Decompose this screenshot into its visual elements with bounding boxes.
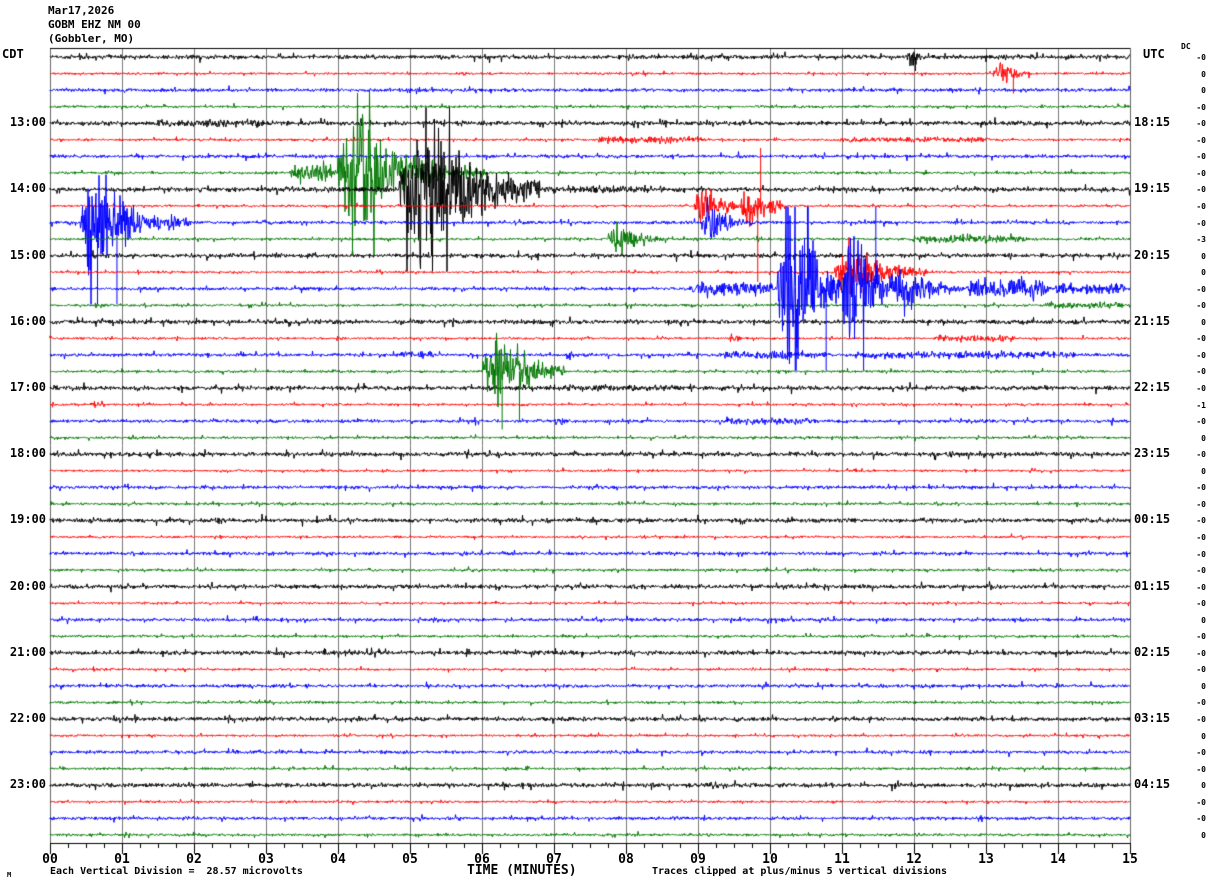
minute-tick-label: 05 bbox=[402, 852, 418, 867]
dc-offset-value: 0 bbox=[1201, 781, 1206, 791]
left-timezone-label: CDT bbox=[2, 47, 24, 61]
minute-tick-label: 14 bbox=[1050, 852, 1066, 867]
dc-offset-value: -0 bbox=[1196, 53, 1206, 62]
dc-offset-value: 0 bbox=[1201, 251, 1206, 261]
title-station: GOBM EHZ NM 00 bbox=[48, 18, 141, 31]
left-time-label: 17:00 bbox=[9, 380, 46, 394]
right-time-label: 23:15 bbox=[1134, 446, 1171, 461]
minute-tick-label: 08 bbox=[618, 852, 634, 867]
dc-offset-value: 0 bbox=[1201, 268, 1206, 278]
minute-tick-label: 12 bbox=[906, 852, 922, 867]
left-time-label: 23:00 bbox=[9, 777, 46, 792]
dc-offset-value: -0 bbox=[1196, 764, 1206, 774]
dc-offset-value: -1 bbox=[1196, 400, 1206, 410]
dc-offset-value: 0 bbox=[1201, 830, 1206, 840]
dc-offset-value: -0 bbox=[1196, 549, 1206, 559]
dc-offset-value: -0 bbox=[1196, 218, 1206, 228]
magnification-mark: M bbox=[7, 871, 12, 879]
dc-offset-value: -0 bbox=[1196, 499, 1206, 509]
dc-offset-value: -0 bbox=[1196, 698, 1206, 708]
dc-offset-value: -0 bbox=[1196, 152, 1206, 162]
right-time-label: 20:15 bbox=[1134, 247, 1171, 262]
dc-offset-value: 0 bbox=[1201, 69, 1206, 79]
dc-offset-value: 0 bbox=[1201, 615, 1206, 625]
dc-offset-value: -0 bbox=[1196, 417, 1206, 427]
right-time-label: 02:15 bbox=[1134, 644, 1171, 659]
dc-offset-value: -0 bbox=[1196, 450, 1206, 460]
dc-offset-value: -0 bbox=[1196, 102, 1206, 112]
right-time-label: 22:15 bbox=[1134, 380, 1171, 394]
dc-offset-value: -0 bbox=[1196, 350, 1206, 360]
minute-tick-label: 03 bbox=[258, 852, 274, 867]
minute-tick-label: 01 bbox=[114, 852, 130, 867]
minute-tick-label: 00 bbox=[42, 852, 58, 867]
left-time-label: 19:00 bbox=[9, 512, 46, 527]
title-date: Mar17,2026 bbox=[48, 4, 115, 17]
dc-column-header: DC bbox=[1181, 42, 1191, 51]
dc-offset-value: -0 bbox=[1196, 384, 1206, 393]
scale-annotation: Each Vertical Division = 28.57 microvolt… bbox=[50, 866, 303, 877]
dc-offset-value: -0 bbox=[1196, 797, 1206, 807]
dc-offset-value: -0 bbox=[1196, 119, 1206, 129]
minute-tick-label: 10 bbox=[762, 852, 778, 867]
left-time-label: 20:00 bbox=[9, 578, 46, 593]
right-time-label: 18:15 bbox=[1134, 115, 1171, 130]
dc-offset-value: 0 bbox=[1201, 317, 1206, 327]
dc-offset-value: -0 bbox=[1196, 201, 1206, 211]
right-time-label: 00:15 bbox=[1134, 512, 1171, 527]
clip-annotation: Traces clipped at plus/minus 5 vertical … bbox=[652, 866, 948, 877]
right-time-label: 21:15 bbox=[1134, 313, 1171, 328]
dc-offset-value: 0 bbox=[1201, 433, 1206, 443]
dc-offset-value: 0 bbox=[1201, 731, 1206, 741]
helicorder-canvas bbox=[0, 0, 1210, 886]
dc-offset-value: -0 bbox=[1196, 665, 1206, 675]
right-time-label: 01:15 bbox=[1134, 578, 1171, 593]
dc-offset-value: -0 bbox=[1196, 582, 1206, 592]
dc-offset-value: 0 bbox=[1201, 466, 1206, 476]
dc-offset-value: -0 bbox=[1196, 284, 1206, 294]
dc-offset-value: -0 bbox=[1196, 483, 1206, 493]
dc-offset-value: -0 bbox=[1196, 301, 1206, 311]
minute-tick-label: 11 bbox=[834, 852, 850, 867]
left-time-label: 22:00 bbox=[9, 711, 46, 725]
dc-offset-value: 0 bbox=[1201, 86, 1206, 96]
dc-offset-value: -0 bbox=[1196, 367, 1206, 377]
dc-offset-value: -0 bbox=[1196, 566, 1206, 576]
dc-offset-value: -0 bbox=[1196, 814, 1206, 824]
dc-offset-value: -0 bbox=[1196, 648, 1206, 658]
dc-offset-value: -0 bbox=[1196, 532, 1206, 542]
dc-offset-value: -0 bbox=[1196, 168, 1206, 178]
xaxis-title: TIME (MINUTES) bbox=[467, 863, 577, 878]
minute-tick-label: 04 bbox=[330, 852, 346, 867]
title-location: (Gobbler, MO) bbox=[48, 32, 135, 45]
left-time-label: 18:00 bbox=[9, 446, 46, 461]
dc-offset-value: -3 bbox=[1196, 235, 1206, 245]
right-time-label: 04:15 bbox=[1134, 777, 1171, 792]
minute-tick-label: 09 bbox=[690, 852, 706, 867]
minute-tick-label: 13 bbox=[978, 852, 994, 867]
webicorder-page: Mar17,2026 GOBM EHZ NM 00 (Gobbler, MO) … bbox=[0, 0, 1210, 886]
dc-offset-value: -0 bbox=[1196, 715, 1206, 724]
dc-offset-value: -0 bbox=[1196, 748, 1206, 758]
left-time-label: 21:00 bbox=[9, 644, 46, 659]
dc-offset-value: -0 bbox=[1196, 185, 1206, 195]
dc-offset-value: -0 bbox=[1196, 632, 1206, 642]
right-time-label: 19:15 bbox=[1134, 181, 1171, 196]
left-time-label: 14:00 bbox=[9, 181, 46, 196]
dc-offset-value: -0 bbox=[1196, 599, 1206, 609]
right-timezone-label: UTC bbox=[1143, 47, 1165, 61]
dc-offset-value: -0 bbox=[1196, 516, 1206, 526]
minute-tick-label: 15 bbox=[1122, 852, 1138, 867]
left-time-label: 16:00 bbox=[9, 313, 46, 328]
left-time-label: 13:00 bbox=[9, 115, 46, 130]
left-time-label: 15:00 bbox=[9, 247, 46, 262]
minute-tick-label: 02 bbox=[186, 852, 202, 867]
dc-offset-value: -0 bbox=[1196, 135, 1206, 145]
dc-offset-value: -0 bbox=[1196, 334, 1206, 344]
right-time-label: 03:15 bbox=[1134, 711, 1171, 725]
dc-offset-value: 0 bbox=[1201, 681, 1206, 691]
